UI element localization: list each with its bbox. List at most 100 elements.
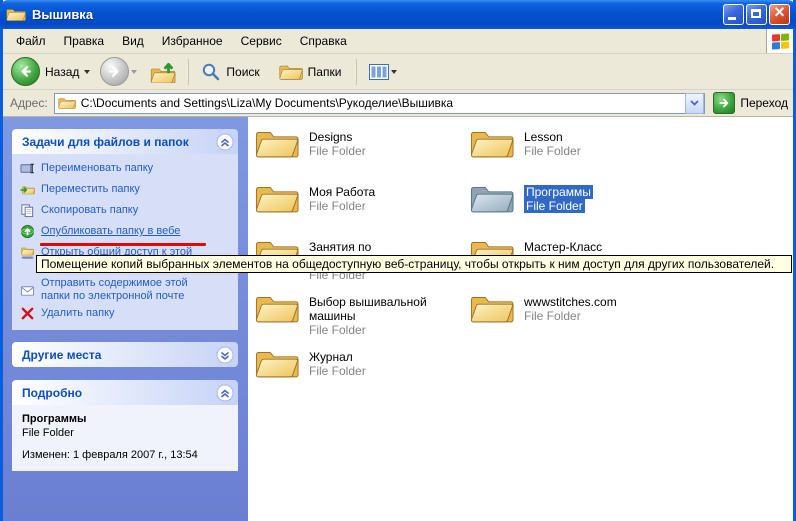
file-name: Lesson	[524, 130, 563, 144]
window-folder-icon	[6, 7, 26, 22]
menu-file[interactable]: Файл	[7, 31, 55, 51]
folder-icon	[255, 127, 299, 160]
folder-icon	[255, 292, 299, 337]
chevron-down-icon[interactable]	[216, 346, 234, 364]
search-icon	[201, 62, 221, 82]
explorer-window: Вышивка Файл Правка Вид Избранное Сервис…	[0, 0, 796, 521]
views-dropdown-caret[interactable]	[391, 70, 397, 74]
file-type: File Folder	[309, 144, 366, 158]
back-button[interactable]: Назад	[11, 57, 96, 86]
up-button[interactable]	[145, 59, 181, 85]
tasks-panel-title: Задачи для файлов и папок	[22, 135, 189, 149]
forward-arrow-icon	[100, 57, 129, 86]
toolbar: Назад Поиск	[3, 54, 793, 90]
views-button[interactable]	[364, 62, 408, 82]
menu-tools[interactable]: Сервис	[232, 31, 291, 51]
folders-icon	[279, 63, 303, 81]
menu-help[interactable]: Справка	[291, 31, 356, 51]
menu-bar: Файл Правка Вид Избранное Сервис Справка	[3, 29, 793, 54]
address-dropdown-button[interactable]	[685, 93, 704, 114]
file-type: File Folder	[309, 323, 366, 337]
other-places-title: Другие места	[22, 348, 101, 362]
file-item-zhurnal[interactable]: ЖурналFile Folder	[255, 347, 460, 380]
address-bar: Адрес: C:\Documents and Settings\Liza\My…	[3, 90, 793, 117]
email-icon	[20, 283, 35, 298]
details-panel: Подробно Программы File Folder Изменен: …	[12, 380, 238, 471]
task-rename-folder[interactable]: Переименовать папку	[18, 158, 234, 179]
back-arrow-icon	[11, 57, 40, 86]
other-places-header[interactable]: Другие места	[12, 342, 238, 367]
window-title: Вышивка	[32, 7, 93, 22]
details-title: Подробно	[22, 386, 82, 400]
views-icon	[369, 64, 389, 80]
address-input[interactable]: C:\Documents and Settings\Liza\My Docume…	[54, 93, 706, 114]
up-folder-icon	[150, 61, 176, 83]
file-name: wwwstitches.com	[524, 295, 617, 309]
chevron-up-icon[interactable]	[216, 384, 234, 402]
window-border-left	[0, 0, 3, 521]
tasks-panel: Задачи для файлов и папок Переименовать …	[12, 129, 238, 330]
red-underline-annotation	[40, 243, 206, 246]
address-path: C:\Documents and Settings\Liza\My Docume…	[81, 96, 453, 110]
folder-icon	[255, 182, 299, 215]
task-pane: Задачи для файлов и папок Переименовать …	[3, 117, 248, 521]
windows-logo-icon	[766, 29, 793, 53]
menu-view[interactable]: Вид	[113, 31, 153, 51]
minimize-button[interactable]	[723, 4, 744, 25]
details-item-type: File Folder	[22, 427, 230, 439]
maximize-button[interactable]	[746, 4, 767, 25]
folder-icon	[255, 347, 299, 380]
folders-label: Папки	[308, 65, 342, 79]
publish-web-icon	[20, 224, 35, 239]
file-item-lesson[interactable]: LessonFile Folder	[470, 127, 675, 160]
file-item-vybor-mashiny[interactable]: Выбор вышивальной машиныFile Folder	[255, 292, 460, 337]
tasks-panel-header[interactable]: Задачи для файлов и папок	[12, 129, 238, 154]
task-publish-folder-to-web[interactable]: Опубликовать папку в вебе	[18, 221, 234, 242]
chevron-up-icon[interactable]	[216, 133, 234, 151]
go-button[interactable]	[713, 92, 735, 114]
forward-dropdown-caret	[131, 70, 137, 74]
file-name: Designs	[309, 130, 352, 144]
forward-button[interactable]	[100, 57, 143, 86]
file-item-wwwstitches[interactable]: wwwstitches.comFile Folder	[470, 292, 675, 325]
details-modified: Изменен: 1 февраля 2007 г., 13:54	[22, 449, 230, 461]
move-folder-icon	[20, 182, 35, 197]
search-label: Поиск	[226, 65, 259, 79]
task-delete-folder[interactable]: Удалить папку	[18, 303, 234, 324]
toolbar-separator	[356, 59, 357, 85]
file-name: Журнал	[309, 350, 353, 364]
file-item-moya-rabota[interactable]: Моя РаботаFile Folder	[255, 182, 460, 215]
menu-favorites[interactable]: Избранное	[153, 31, 232, 51]
file-name: Моя Работа	[309, 185, 375, 199]
copy-folder-icon	[20, 203, 35, 218]
search-button[interactable]: Поиск	[196, 60, 267, 84]
task-copy-folder[interactable]: Скопировать папку	[18, 200, 234, 221]
tooltip: Помещение копий выбранных элементов на о…	[36, 255, 792, 273]
folders-button[interactable]: Папки	[274, 61, 350, 83]
file-list: DesignsFile Folder LessonFile Folder Моя…	[248, 117, 793, 521]
file-type: File Folder	[309, 364, 366, 378]
menu-edit[interactable]: Правка	[55, 31, 114, 51]
file-item-designs[interactable]: DesignsFile Folder	[255, 127, 460, 160]
details-header[interactable]: Подробно	[12, 380, 238, 405]
task-email-folder[interactable]: Отправить содержимое этой папки по элект…	[18, 277, 234, 303]
back-label: Назад	[45, 65, 79, 79]
details-body: Программы File Folder Изменен: 1 февраля…	[12, 405, 238, 471]
file-type: File Folder	[524, 199, 585, 213]
file-item-programmy-selected[interactable]: ПрограммыFile Folder	[470, 182, 675, 215]
title-bar[interactable]: Вышивка	[0, 0, 796, 29]
file-name: Мастер-Класс	[524, 240, 602, 254]
file-type: File Folder	[524, 144, 581, 158]
rename-folder-icon	[20, 161, 35, 176]
file-type: File Folder	[524, 309, 581, 323]
file-name: Программы	[524, 185, 593, 199]
task-move-folder[interactable]: Переместить папку	[18, 179, 234, 200]
address-label: Адрес:	[10, 96, 48, 110]
go-label[interactable]: Переход	[740, 96, 788, 110]
toolbar-separator	[188, 59, 189, 85]
file-name: Выбор вышивальной машины	[309, 295, 460, 323]
close-button[interactable]	[769, 4, 790, 25]
folder-icon	[470, 292, 514, 325]
folder-icon	[470, 127, 514, 160]
back-dropdown-caret[interactable]	[84, 70, 90, 74]
